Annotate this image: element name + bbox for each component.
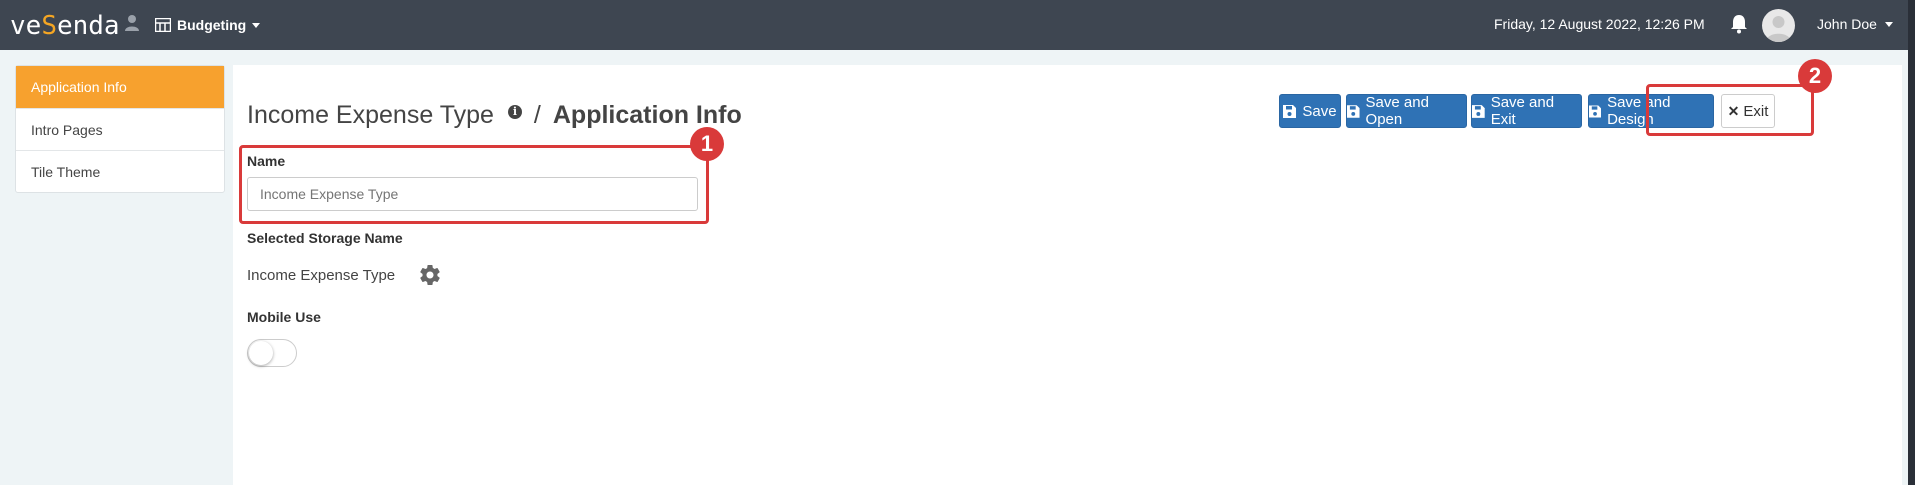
floppy-icon [1589, 104, 1602, 118]
window-edge [1908, 0, 1915, 485]
top-bar: veSenda Budgeting Friday, 12 August 2022… [0, 0, 1915, 50]
logo-text-left: ve [10, 11, 42, 41]
bell-icon[interactable] [1730, 14, 1748, 34]
toggle-knob [249, 341, 273, 365]
user-icon[interactable] [124, 14, 140, 32]
floppy-icon [1347, 104, 1360, 118]
storage-name-label: Selected Storage Name [247, 230, 403, 246]
user-name: John Doe [1817, 16, 1877, 32]
budget-icon [155, 18, 171, 32]
chevron-down-icon [252, 22, 261, 28]
info-icon[interactable]: i [507, 105, 522, 119]
highlight-box-save-design [1646, 84, 1814, 136]
module-dropdown[interactable]: Budgeting [155, 15, 261, 35]
annotation-marker-2: 2 [1798, 59, 1832, 93]
vesenda-logo[interactable]: veSenda [10, 10, 120, 42]
save-and-open-label: Save and Open [1365, 94, 1429, 128]
breadcrumb: Income Expense Type i / Application Info [247, 101, 742, 130]
sidebar-item-application-info[interactable]: Application Info [16, 66, 224, 108]
user-menu[interactable]: John Doe [1817, 16, 1893, 32]
save-and-exit-label: Save and Exit [1490, 94, 1555, 128]
annotation-marker-1: 1 [690, 127, 724, 161]
save-and-open-button[interactable]: Save and Open [1346, 94, 1467, 128]
current-datetime: Friday, 12 August 2022, 12:26 PM [1494, 16, 1705, 32]
breadcrumb-parent[interactable]: Income Expense Type [247, 101, 494, 130]
floppy-icon [1283, 104, 1297, 118]
storage-name-value: Income Expense Type [247, 267, 396, 284]
save-button-label: Save [1302, 102, 1337, 120]
save-and-exit-button[interactable]: Save and Exit [1471, 94, 1582, 128]
avatar[interactable] [1762, 9, 1795, 42]
breadcrumb-separator: / [533, 101, 541, 129]
module-label: Budgeting [177, 17, 247, 33]
sidebar-item-intro-pages[interactable]: Intro Pages [16, 108, 224, 150]
sidebar-item-tile-theme[interactable]: Tile Theme [16, 150, 224, 192]
mobile-use-label: Mobile Use [247, 309, 321, 325]
gear-icon[interactable] [418, 263, 442, 287]
chevron-down-icon [1884, 21, 1893, 27]
logo-text-right: enda [56, 11, 120, 41]
mobile-use-toggle[interactable] [247, 339, 297, 367]
save-button[interactable]: Save [1279, 94, 1341, 128]
logo-text-mid: S [41, 11, 57, 41]
page-title: Application Info [552, 101, 742, 129]
floppy-icon [1472, 104, 1485, 118]
highlight-box-name [239, 145, 709, 224]
sidebar: Application Info Intro Pages Tile Theme [15, 65, 225, 193]
avatar-placeholder-icon [1766, 16, 1791, 42]
